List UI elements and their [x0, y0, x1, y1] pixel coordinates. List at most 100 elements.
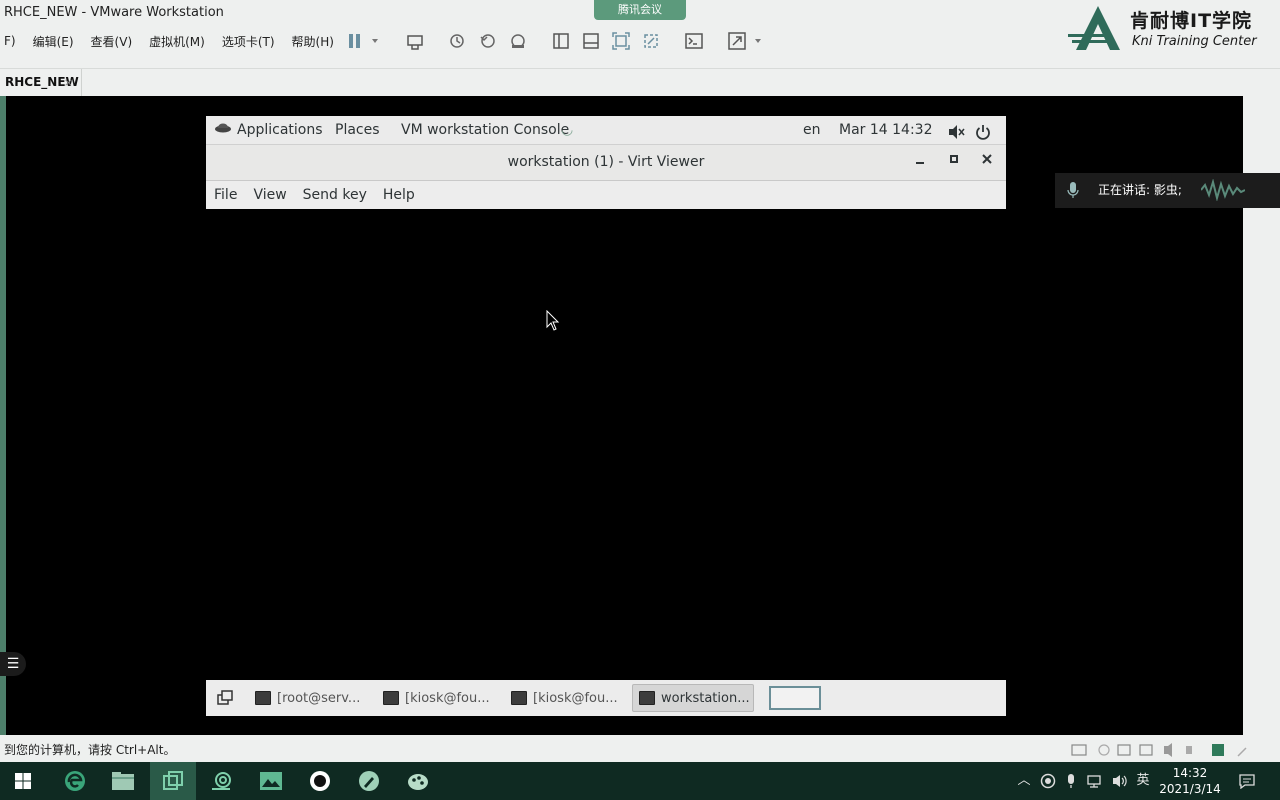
gnome-top-bar: Applications Places VM workstation Conso…: [206, 116, 1006, 144]
workspace-switcher[interactable]: [769, 686, 821, 710]
revert-snapshot-icon: [480, 34, 495, 48]
keyboard-layout-indicator[interactable]: en: [803, 116, 821, 144]
photos-icon: [260, 772, 282, 790]
show-thumbnail-bar-button[interactable]: [580, 30, 602, 52]
clock-time: 14:32: [1172, 766, 1208, 780]
app-menu-icon: ◡: [561, 122, 574, 138]
taskbar-app-recorder[interactable]: [297, 762, 343, 800]
tray-meeting-icon[interactable]: [1038, 762, 1058, 800]
monitor-icon: [639, 691, 655, 705]
floating-menu-button[interactable]: ☰: [0, 652, 26, 676]
taskbar-clock[interactable]: 14:32 2021/3/14: [1154, 765, 1226, 797]
taskbar-edge-browser[interactable]: [52, 762, 98, 800]
tab-rhce-new[interactable]: RHCE_NEW ×: [0, 69, 82, 97]
fullscreen-button[interactable]: [610, 30, 632, 52]
edge-browser-icon: [65, 771, 85, 791]
brand-logo: 肯耐博IT学院 Kni Training Center: [1066, 4, 1280, 62]
status-message: 到您的计算机，请按 Ctrl+Alt。: [4, 743, 176, 757]
snapshot-manager-icon: [511, 34, 525, 48]
window-button-kiosk-terminal-1[interactable]: [kiosk@fou...: [376, 684, 498, 712]
revert-snapshot-button[interactable]: [477, 30, 499, 52]
maximize-button[interactable]: [942, 145, 966, 180]
menu-file[interactable]: F): [4, 34, 16, 48]
console-icon: [685, 33, 703, 49]
meeting-indicator[interactable]: 腾讯会议: [594, 0, 686, 20]
tab-close-icon[interactable]: ×: [64, 69, 73, 96]
window-button-root-terminal[interactable]: [root@serv...: [248, 684, 370, 712]
snapshot-button[interactable]: [446, 30, 468, 52]
taskbar-file-explorer[interactable]: [100, 762, 146, 800]
window-button-kiosk-terminal-2[interactable]: [kiosk@fou...: [504, 684, 626, 712]
pen-icon: [359, 771, 379, 791]
vmware-menu-bar: F) 编辑(E) 查看(V) 虚拟机(M) 选项卡(T) 帮助(H): [0, 28, 351, 54]
window-button-label: [root@serv...: [277, 691, 361, 706]
unity-button[interactable]: [640, 30, 662, 52]
notification-center-icon[interactable]: [1236, 762, 1258, 800]
tray-volume-icon[interactable]: [1110, 762, 1130, 800]
viewer-menu-help[interactable]: Help: [383, 187, 415, 203]
taskbar-vmware[interactable]: [150, 762, 196, 800]
list-icon: ☰: [6, 656, 20, 672]
virt-viewer-titlebar: workstation (1) - Virt Viewer: [206, 144, 1006, 180]
close-button[interactable]: [975, 145, 999, 180]
close-icon: [982, 154, 992, 164]
viewer-menu-view[interactable]: View: [253, 187, 286, 203]
stretch-guest-button[interactable]: [726, 30, 764, 52]
vmware-icon: [163, 771, 183, 790]
logo-name-cn: 肯耐博IT学院: [1130, 10, 1253, 32]
snapshot-manager-button[interactable]: [507, 30, 529, 52]
active-app-menu[interactable]: VM workstation Console: [401, 116, 569, 144]
vmware-tab-bar: RHCE_NEW ×: [0, 68, 1280, 97]
console-view-button[interactable]: [683, 30, 705, 52]
unity-icon: [644, 34, 658, 48]
show-desktop-icon[interactable]: [216, 689, 234, 711]
gnome-window-list: [root@serv... [kiosk@fou... [kiosk@fou..…: [206, 680, 1006, 716]
viewer-menu-send-key[interactable]: Send key: [303, 187, 367, 203]
logo-name-en: Kni Training Center: [1132, 34, 1257, 49]
desktop: RHCE_NEW - VMware Workstation 腾讯会议 肯耐博IT…: [0, 0, 1280, 800]
stretch-icon: [728, 32, 761, 50]
tray-network-icon[interactable]: [1086, 762, 1106, 800]
audio-wave-icon: [1201, 179, 1245, 201]
start-button[interactable]: [0, 762, 46, 800]
terminal-icon: [255, 691, 271, 705]
window-button-workstation[interactable]: workstation...: [632, 684, 754, 712]
clock[interactable]: Mar 14 14:32: [839, 116, 932, 144]
window-button-label: [kiosk@fou...: [405, 691, 490, 706]
show-library-button[interactable]: [550, 30, 572, 52]
logo-mark-icon: [1068, 6, 1120, 50]
send-ctrl-alt-del-button[interactable]: [404, 30, 426, 52]
snapshot-icon: [450, 34, 464, 48]
pause-button[interactable]: [344, 30, 380, 52]
fullscreen-icon: [612, 32, 630, 50]
menu-vm[interactable]: 虚拟机(M): [149, 33, 205, 50]
microphone-icon: [1067, 182, 1079, 198]
ime-indicator[interactable]: 英: [1133, 762, 1153, 800]
redhat-icon: [214, 116, 232, 144]
places-menu[interactable]: Places: [335, 116, 380, 144]
vmware-window-title: RHCE_NEW - VMware Workstation: [4, 5, 224, 20]
palette-icon: [408, 774, 428, 790]
speaking-notice: 正在讲话: 影虫;: [1055, 173, 1280, 208]
mouse-cursor-icon: [546, 310, 560, 331]
clock-date: 2021/3/14: [1159, 782, 1221, 796]
library-panel-icon: [553, 33, 569, 49]
applications-menu[interactable]: Applications: [237, 116, 323, 144]
menu-edit[interactable]: 编辑(E): [33, 33, 74, 50]
taskbar-app-snail[interactable]: [199, 762, 245, 800]
taskbar-app-notes[interactable]: [346, 762, 392, 800]
speaking-text: 正在讲话: 影虫;: [1098, 183, 1182, 197]
window-button-label: [kiosk@fou...: [533, 691, 618, 706]
tray-microphone-icon[interactable]: [1062, 762, 1080, 800]
menu-tabs[interactable]: 选项卡(T): [222, 33, 275, 50]
minimize-button[interactable]: [908, 145, 932, 180]
tray-overflow-icon[interactable]: ︿: [1014, 762, 1034, 800]
taskbar-app-photos[interactable]: [248, 762, 294, 800]
viewer-menu-file[interactable]: File: [214, 187, 237, 203]
device-status-icons[interactable]: [1070, 742, 1250, 758]
windows-logo-icon: [15, 773, 31, 789]
thumbnail-bar-icon: [583, 33, 599, 49]
menu-view[interactable]: 查看(V): [91, 33, 133, 50]
taskbar-app-paint[interactable]: [395, 762, 441, 800]
menu-help[interactable]: 帮助(H): [292, 33, 334, 50]
